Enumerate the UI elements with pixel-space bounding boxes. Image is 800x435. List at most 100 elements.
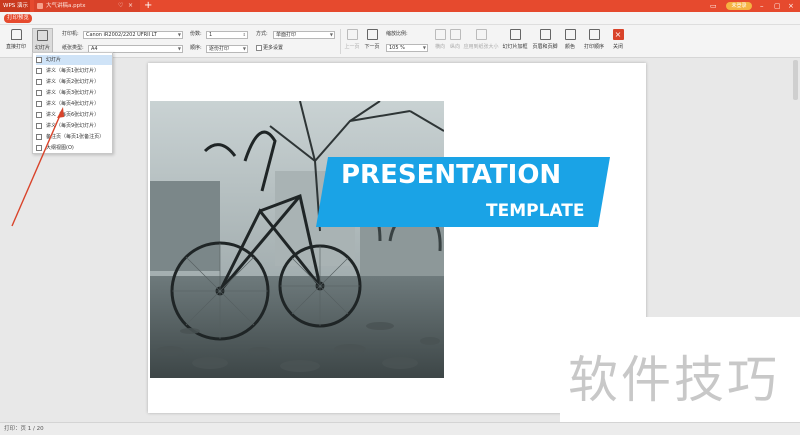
- print-order-label: 打印顺序: [583, 44, 604, 50]
- header-footer-icon: [539, 29, 551, 40]
- portrait-button[interactable]: 纵向: [448, 28, 462, 55]
- stepper-icon: ⇕: [242, 32, 246, 37]
- next-page-icon: [366, 29, 378, 40]
- print-order-icon: [588, 29, 600, 40]
- slide-subtitle: TEMPLATE: [486, 201, 585, 221]
- zoom-select[interactable]: 105 % ▼: [386, 44, 428, 52]
- chevron-down-icon: ▼: [242, 46, 246, 51]
- presentation-file-icon: [37, 3, 43, 9]
- dropdown-item-label: 大纲视图(O): [46, 145, 74, 151]
- status-bar: 打印：页 1 / 20: [0, 422, 800, 435]
- title-bar: WPS 演示 大气讲稿a.pptx ♡ × + ▭ 未登录 – ▢ ×: [0, 0, 800, 12]
- method-label: 方式:: [256, 31, 268, 37]
- color-label: 颜色: [564, 44, 575, 50]
- slides-type-button[interactable]: 幻灯片: [32, 28, 53, 55]
- dropdown-item-handout-3[interactable]: 讲义（每页3张幻灯片）: [36, 88, 112, 98]
- portrait-label: 纵向: [449, 44, 460, 50]
- header-footer-button[interactable]: 页眉和页脚: [531, 28, 559, 55]
- print-content-dropdown: 幻灯片 讲义（每页1张幻灯片） 讲义（每页2张幻灯片） 讲义（每页3张幻灯片） …: [32, 52, 113, 154]
- maximize-button[interactable]: ▢: [774, 0, 781, 12]
- copies-stepper[interactable]: 1 ⇕: [206, 31, 248, 39]
- minimize-button[interactable]: –: [760, 0, 764, 12]
- handout-icon: [36, 89, 42, 96]
- dropdown-item-label: 讲义（每页2张幻灯片）: [46, 79, 100, 85]
- close-preview-button[interactable]: × 关闭: [610, 28, 626, 55]
- printer-icon: [10, 29, 22, 40]
- palette-icon: [564, 29, 576, 40]
- dropdown-item-label: 讲义（每页1张幻灯片）: [46, 68, 100, 74]
- chevron-down-icon: ▼: [177, 46, 181, 51]
- copies-value: 1: [209, 32, 213, 38]
- outline-icon: [36, 144, 42, 151]
- method-value: 单面打印: [276, 32, 297, 38]
- window-close-button[interactable]: ×: [788, 0, 794, 12]
- direct-print-button[interactable]: 直接打印: [3, 28, 29, 55]
- bicycle-photo: [150, 101, 444, 378]
- dropdown-item-notes-page[interactable]: 备注页（每页1张备注页）: [36, 132, 112, 142]
- slide-icon: [36, 56, 42, 63]
- pin-tab-icon[interactable]: ♡: [118, 0, 123, 12]
- printer-select[interactable]: Canon iR2002/2202 UFRII LT ▼: [83, 31, 183, 39]
- color-button[interactable]: 颜色: [561, 28, 579, 55]
- dropdown-item-handout-4[interactable]: 讲义（每页4张幻灯片）: [36, 99, 112, 109]
- scale-icon: [475, 29, 487, 40]
- dropdown-item-label: 幻灯片: [46, 57, 62, 63]
- handout-icon: [36, 111, 42, 118]
- dropdown-item-outline[interactable]: 大纲视图(O): [36, 143, 112, 153]
- dropdown-item-handout-1[interactable]: 讲义（每页1张幻灯片）: [36, 66, 112, 76]
- mode-bar: 打印预览: [0, 12, 800, 25]
- printer-label: 打印机:: [62, 31, 79, 37]
- dropdown-item-label: 讲义（每页4张幻灯片）: [46, 101, 100, 107]
- portrait-icon: [449, 29, 461, 40]
- slide-title: PRESENTATION: [341, 160, 562, 190]
- document-tab-label: 大气讲稿a.pptx: [46, 3, 86, 9]
- chevron-down-icon: ▼: [177, 32, 181, 37]
- next-page-label: 下一页: [364, 44, 380, 50]
- new-tab-button[interactable]: +: [144, 0, 152, 12]
- login-badge[interactable]: 未登录: [726, 2, 752, 10]
- page-counter: 打印：页 1 / 20: [4, 426, 44, 432]
- document-tab[interactable]: 大气讲稿a.pptx: [34, 0, 140, 12]
- settings-icon: [256, 44, 262, 51]
- handout-icon: [36, 78, 42, 85]
- close-icon: ×: [612, 29, 624, 40]
- vertical-scrollbar[interactable]: [793, 60, 798, 100]
- bicycle-photo-image: [150, 101, 444, 378]
- printer-value: Canon iR2002/2202 UFRII LT: [86, 32, 157, 38]
- handout-icon: [36, 67, 42, 74]
- app-tab[interactable]: WPS 演示: [0, 0, 30, 12]
- dropdown-item-handout-6[interactable]: 讲义（每页6张幻灯片）: [36, 110, 112, 120]
- dropdown-item-label: 讲义（每页9张幻灯片）: [46, 123, 100, 129]
- paper-type-label: 纸张类型:: [62, 45, 84, 51]
- landscape-button[interactable]: 横向: [433, 28, 447, 55]
- window-layout-icon[interactable]: ▭: [710, 0, 717, 12]
- order-label: 顺序:: [190, 45, 202, 51]
- order-value: 逐份打印: [209, 46, 230, 52]
- print-order-button[interactable]: 打印顺序: [582, 28, 606, 55]
- print-preview-toolbar: 直接打印 幻灯片 打印机: Canon iR2002/2202 UFRII LT…: [0, 25, 800, 58]
- landscape-label: 横向: [434, 44, 445, 50]
- scale-to-paper-button[interactable]: 应用到纸张大小: [463, 28, 499, 55]
- next-page-button[interactable]: 下一页: [363, 28, 381, 55]
- close-tab-icon[interactable]: ×: [128, 0, 133, 12]
- print-preview-tab[interactable]: 打印预览: [4, 14, 32, 23]
- landscape-icon: [434, 29, 446, 40]
- order-select[interactable]: 逐份打印 ▼: [206, 45, 248, 53]
- chevron-down-icon: ▼: [422, 45, 426, 50]
- dropdown-item-label: 讲义（每页3张幻灯片）: [46, 90, 100, 96]
- dropdown-item-handout-9[interactable]: 讲义（每页9张幻灯片）: [36, 121, 112, 131]
- frame-icon: [509, 29, 521, 40]
- close-preview-label: 关闭: [612, 44, 623, 50]
- dropdown-item-slides[interactable]: 幻灯片: [36, 55, 112, 65]
- prev-page-icon: [346, 29, 358, 40]
- scale-to-paper-label: 应用到纸张大小: [463, 44, 499, 50]
- method-select[interactable]: 单面打印 ▼: [273, 31, 335, 39]
- header-footer-label: 页眉和页脚: [532, 44, 558, 50]
- zoom-value: 105 %: [389, 45, 405, 51]
- prev-page-button[interactable]: 上一页: [343, 28, 361, 55]
- more-settings-button[interactable]: 更多设置: [256, 44, 283, 52]
- dropdown-item-label: 备注页（每页1张备注页）: [46, 134, 105, 140]
- divider: [340, 29, 341, 54]
- dropdown-item-handout-2[interactable]: 讲义（每页2张幻灯片）: [36, 77, 112, 87]
- slide-frame-button[interactable]: 幻灯片加框: [501, 28, 529, 55]
